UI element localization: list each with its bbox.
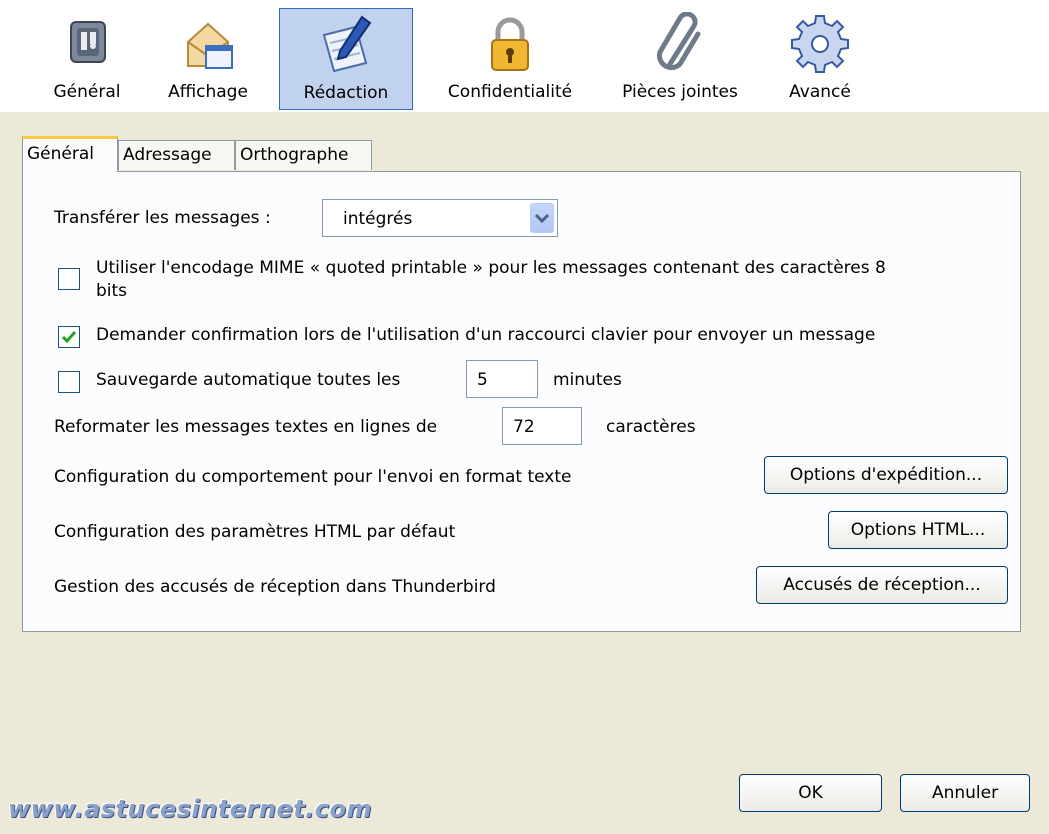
send-options-button-label: Options d'expédition... <box>789 465 983 485</box>
tab-label: Orthographe <box>240 145 349 165</box>
checkmark-icon <box>61 331 77 344</box>
toolbar-label: Pièces jointes <box>622 82 738 102</box>
cancel-button[interactable]: Annuler <box>900 774 1030 812</box>
tab-general[interactable]: Général <box>22 136 118 172</box>
receipts-button-label: Accusés de réception... <box>783 575 981 595</box>
lock-icon <box>491 17 529 71</box>
toolbar-label: Avancé <box>789 82 851 102</box>
autosave-minutes-value: 5 <box>477 370 488 390</box>
send-options-description: Configuration du comportement pour l'env… <box>54 467 572 487</box>
forward-label: Transférer les messages : <box>54 208 271 228</box>
mime-checkbox[interactable] <box>58 268 80 290</box>
autosave-unit: minutes <box>553 370 622 390</box>
tab-addressing[interactable]: Adressage <box>118 140 235 170</box>
wrap-unit: caractères <box>606 417 696 437</box>
toolbar-composition-button[interactable]: Rédaction <box>279 8 413 110</box>
composition-general-panel <box>22 171 1021 632</box>
paperclip-icon <box>656 12 701 71</box>
toolbar-label: Général <box>53 82 121 102</box>
mime-label: Utiliser l'encodage MIME « quoted printa… <box>96 258 886 278</box>
preferences-toolbar: Général Affichage Rédaction Confidential… <box>0 0 1049 112</box>
forward-mode-select[interactable]: intégrés <box>322 199 558 237</box>
tab-label: Général <box>27 144 94 164</box>
toolbar-label: Confidentialité <box>447 82 573 102</box>
receipts-button[interactable]: Accusés de réception... <box>756 566 1008 604</box>
wrap-label-text: Reformater les messages textes en lignes… <box>54 417 438 437</box>
html-options-description: Configuration des paramètres HTML par dé… <box>54 522 455 542</box>
forward-mode-value: intégrés <box>343 209 413 229</box>
toolbar-display-button[interactable]: Affichage <box>152 8 264 110</box>
tab-label: Adressage <box>123 145 212 165</box>
mime-label-line2: bits <box>96 281 128 301</box>
confirm-shortcut-checkbox[interactable] <box>58 326 80 348</box>
forward-label-text: Transférer les messages : <box>54 208 271 228</box>
composition-icon <box>322 15 372 73</box>
ok-button[interactable]: OK <box>739 774 882 812</box>
autosave-checkbox[interactable] <box>58 371 80 393</box>
toolbar-label: Affichage <box>168 82 248 102</box>
receipts-description: Gestion des accusés de réception dans Th… <box>54 577 496 597</box>
toolbar-privacy-button[interactable]: Confidentialité <box>430 8 590 110</box>
toolbar-label: Rédaction <box>303 83 389 103</box>
autosave-text: Sauvegarde automatique toutes les <box>96 370 401 390</box>
display-icon <box>187 22 233 69</box>
autosave-minutes-input[interactable]: 5 <box>466 360 538 398</box>
toolbar-general-button[interactable]: Général <box>32 8 142 110</box>
mime-label-cont: bits <box>96 281 127 301</box>
toolbar-advanced-button[interactable]: Avancé <box>770 8 870 110</box>
general-icon <box>70 21 106 63</box>
watermark: www.astucesinternet.com <box>8 795 372 823</box>
confirm-shortcut-label: Demander confirmation lors de l'utilisat… <box>96 325 875 345</box>
html-options-button[interactable]: Options HTML... <box>828 511 1008 549</box>
tab-spelling[interactable]: Orthographe <box>235 140 372 170</box>
toolbar-attachments-button[interactable]: Pièces jointes <box>604 8 756 110</box>
ok-button-label: OK <box>798 783 823 803</box>
html-options-text: Configuration des paramètres HTML par dé… <box>54 522 456 542</box>
wrap-length-input[interactable]: 72 <box>502 407 582 445</box>
autosave-unit-text: minutes <box>553 370 622 390</box>
confirm-shortcut-text: Demander confirmation lors de l'utilisat… <box>96 325 876 345</box>
chevron-down-icon[interactable] <box>530 203 554 233</box>
send-options-text: Configuration du comportement pour l'env… <box>54 467 572 487</box>
autosave-label: Sauvegarde automatique toutes les <box>96 370 400 390</box>
wrap-length-value: 72 <box>513 417 535 437</box>
wrap-label: Reformater les messages textes en lignes… <box>54 417 437 437</box>
receipts-text: Gestion des accusés de réception dans Th… <box>54 577 496 597</box>
gear-icon <box>791 15 849 73</box>
cancel-button-label: Annuler <box>931 783 999 803</box>
send-options-button[interactable]: Options d'expédition... <box>764 456 1008 494</box>
wrap-unit-text: caractères <box>606 417 696 437</box>
html-options-button-label: Options HTML... <box>850 520 986 540</box>
mime-label-line1: Utiliser l'encodage MIME « quoted printa… <box>96 258 886 278</box>
